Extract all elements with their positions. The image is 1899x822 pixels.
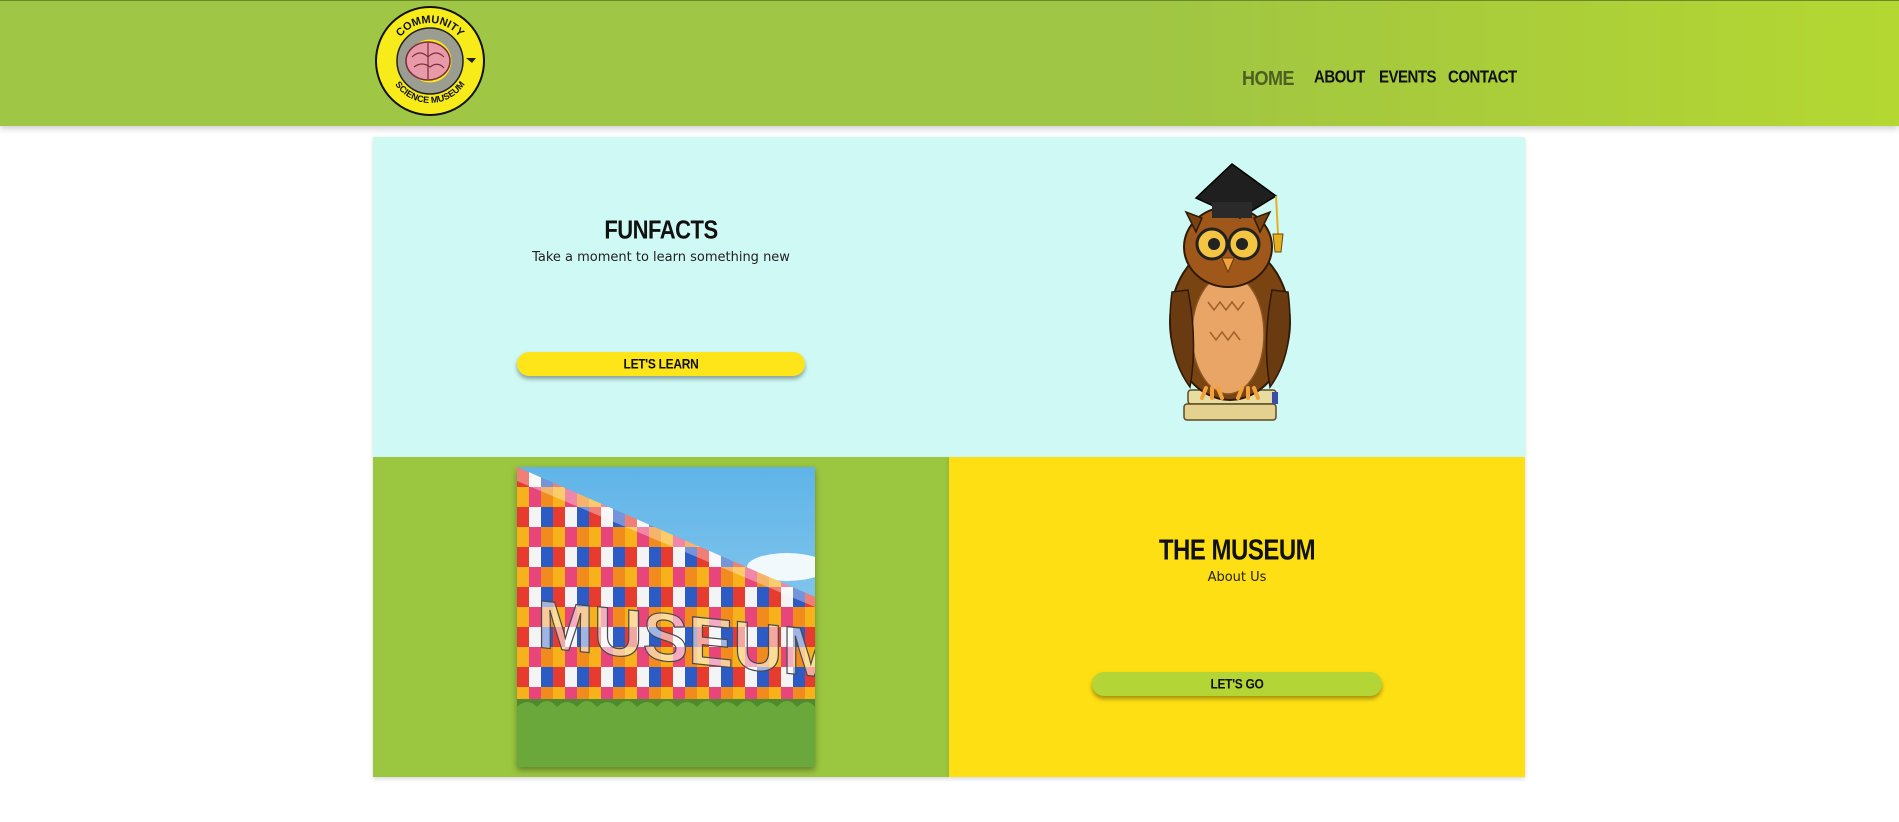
site-header: COMMUNITY SCIENCE MUSEUM HOME ABOUT EVEN… — [0, 0, 1899, 126]
lets-go-label: LET'S GO — [1210, 675, 1264, 693]
lets-go-button[interactable]: LET'S GO — [1092, 672, 1382, 696]
community-science-museum-logo[interactable]: COMMUNITY SCIENCE MUSEUM — [374, 5, 486, 117]
nav-about[interactable]: ABOUT — [1314, 68, 1365, 88]
funfacts-subtitle: Take a moment to learn something new — [532, 250, 790, 265]
funfacts-section: FUNFACTS Take a moment to learn somethin… — [373, 137, 1525, 457]
owl-graduate-icon — [1169, 163, 1291, 421]
lets-learn-button[interactable]: LET'S LEARN — [517, 352, 805, 376]
nav-events[interactable]: EVENTS — [1379, 68, 1437, 88]
funfacts-title: FUNFACTS — [604, 214, 718, 245]
lets-learn-label: LET'S LEARN — [623, 355, 699, 373]
museum-building-photo: MUSEUM — [517, 467, 815, 767]
the-museum-subtitle: About Us — [1207, 570, 1267, 585]
the-museum-title: THE MUSEUM — [1158, 534, 1316, 567]
the-museum-section: THE MUSEUM About Us LET'S GO — [949, 457, 1525, 777]
nav-home[interactable]: HOME — [1242, 66, 1295, 90]
nav-contact[interactable]: CONTACT — [1448, 68, 1517, 88]
